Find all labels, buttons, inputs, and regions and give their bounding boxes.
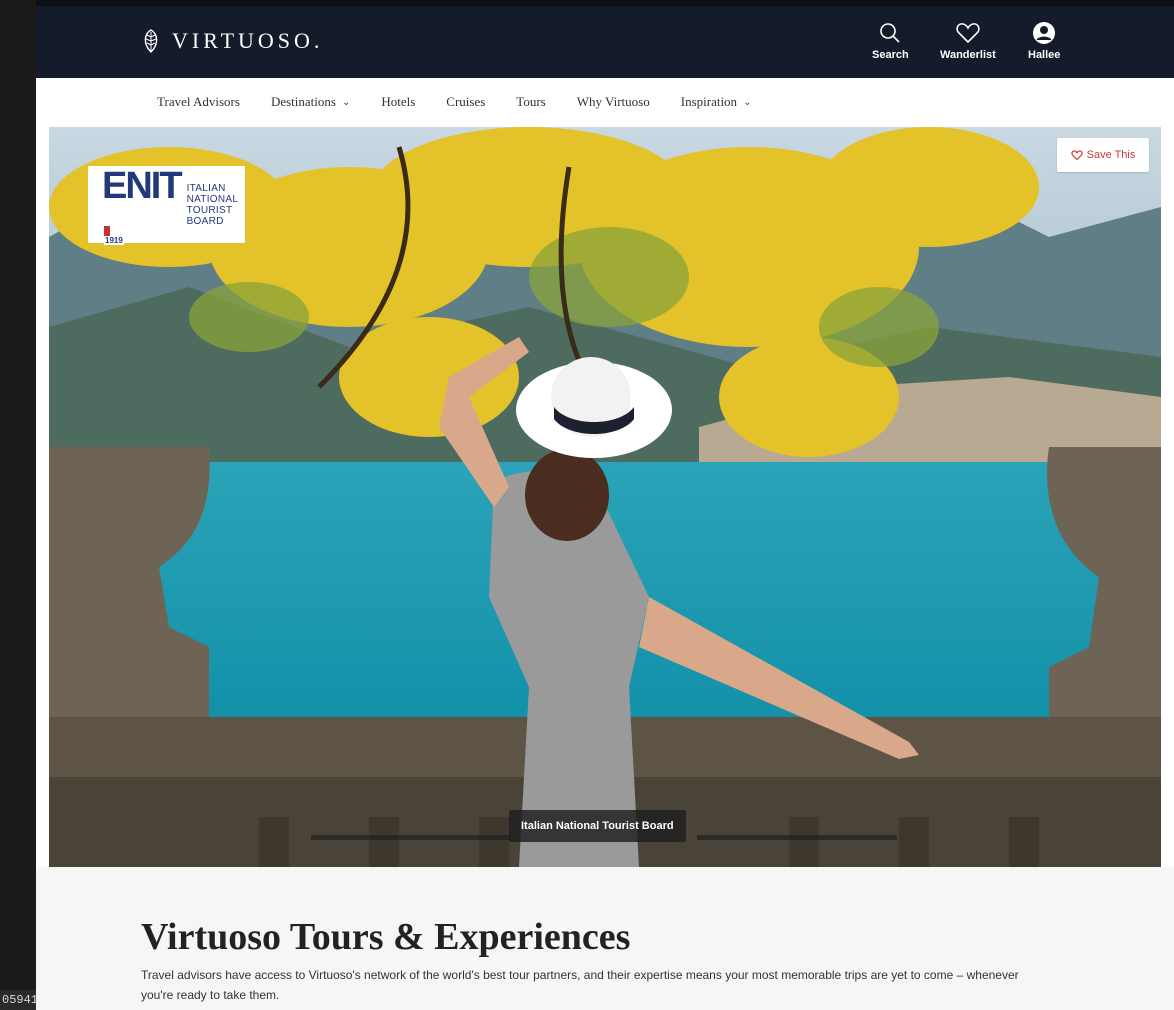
nav-item-label: Why Virtuoso [576,94,650,109]
nav-item-inspiration[interactable]: Inspiration ⌄ [681,94,752,110]
wanderlist-button[interactable]: Wanderlist [940,20,996,61]
nav-item-cruises[interactable]: Cruises [446,94,485,110]
logo-wordmark: VIRTUOSO. [172,28,324,53]
site-header: VIRTUOSO. Search Wanderlist Hallee [36,0,1174,78]
partner-logo: ENIT 1919 ITALIAN NATIONAL TOURIST BOARD [88,164,245,245]
nav-item-label: Cruises [446,94,486,109]
nav-item-hotels[interactable]: Hotels [381,94,415,110]
heart-icon [956,23,980,44]
nav-item-tours[interactable]: Tours [516,94,545,110]
main-nav: Travel Advisors Destinations ⌄ Hotels Cru… [36,78,1174,126]
save-this-label: Save This [1086,149,1136,161]
wanderlist-label: Wanderlist [940,49,996,61]
nav-item-why-virtuoso[interactable]: Why Virtuoso [577,94,650,110]
nav-item-label: Destinations [270,94,336,109]
hero-banner: ENIT 1919 ITALIAN NATIONAL TOURIST BOARD… [49,127,1161,867]
account-button[interactable]: Hallee [1028,20,1060,61]
page-title: Virtuoso Tours & Experiences [141,916,631,958]
account-label: Hallee [1028,49,1061,61]
nav-item-destinations[interactable]: Destinations ⌄ [271,94,350,110]
search-icon [880,23,900,43]
user-avatar-icon [1033,22,1056,44]
photo-credit: Italian National Tourist Board [509,810,686,842]
nav-item-label: Tours [516,94,546,109]
chevron-down-icon: ⌄ [743,96,752,108]
enit-name: ITALIAN NATIONAL TOURIST BOARD [187,183,245,227]
enit-wordmark: ENIT 1919 [102,164,183,245]
leaf-logo-icon [144,29,158,53]
enit-name-line: ITALIAN [186,182,226,194]
enit-year: 1919 [104,235,124,245]
nav-item-label: Travel Advisors [157,94,240,109]
page-description: Travel advisors have access to Virtuoso'… [141,968,1019,1002]
search-label: Search [872,49,909,61]
virtuoso-logo[interactable]: VIRTUOSO. [140,28,323,54]
italian-flag-icon [104,225,110,236]
caption-bar-right [697,835,897,840]
enit-letters: ENIT [102,164,183,207]
save-this-button[interactable]: Save This [1057,138,1149,172]
nav-item-travel-advisors[interactable]: Travel Advisors [157,94,240,110]
search-button[interactable]: Search [872,20,909,61]
nav-item-label: Hotels [381,94,416,109]
heart-icon [1071,150,1083,161]
screen-border [0,0,36,1010]
enit-name-line: TOURIST BOARD [186,204,233,227]
nav-item-label: Inspiration [680,94,738,109]
browser-page: VIRTUOSO. Search Wanderlist Hallee Trave… [36,0,1174,1010]
enit-name-line: NATIONAL [186,193,239,205]
intro-section: Virtuoso Tours & Experiences Travel advi… [36,867,1174,1010]
caption-bar-left [311,835,511,840]
chevron-down-icon: ⌄ [341,96,351,108]
